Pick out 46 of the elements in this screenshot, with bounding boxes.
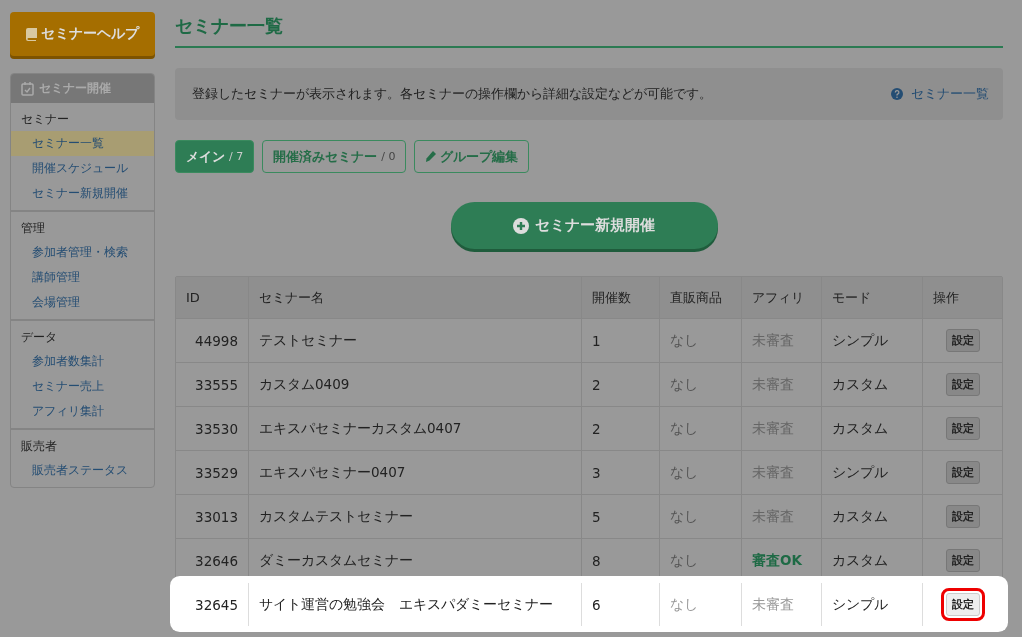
section-heading: セミナー (20, 111, 70, 128)
sidebar-item[interactable]: アフィリ集計 (11, 399, 154, 424)
sidebar-item[interactable]: セミナー一覧 (11, 131, 154, 156)
product-cell: なし (659, 583, 741, 626)
help-link[interactable]: セミナー一覧 (891, 85, 989, 103)
id-cell-text: 33013 (194, 507, 239, 527)
settings-button[interactable]: 設定 (945, 505, 980, 528)
info-text: 登録したセミナーが表示されます。各セミナーの操作欄から詳細な設定などが可能です。 (192, 85, 712, 103)
book-icon (26, 27, 37, 41)
calendar-icon (21, 81, 34, 96)
tab[interactable]: 開催済みセミナー / 0 (262, 140, 407, 173)
section-heading: データ (20, 329, 58, 346)
sidebar-item[interactable]: 開催スケジュール (11, 156, 154, 181)
page-title: セミナー一覧 (175, 12, 1003, 48)
settings-button[interactable]: 設定 (945, 461, 980, 484)
sidebar-item[interactable]: セミナー売上 (11, 374, 154, 399)
section-heading: 販売者 (20, 438, 58, 455)
sidebar-item[interactable]: 販売者ステータス (11, 458, 154, 483)
count-cell: 6 (581, 583, 659, 626)
sidebar-item[interactable]: 会場管理 (11, 290, 154, 315)
help-icon (891, 88, 903, 100)
pencil-icon (425, 151, 437, 162)
sidebar-item[interactable]: 講師管理 (11, 265, 154, 290)
id-cell-text: 44998 (194, 331, 239, 351)
column-header: ID (185, 289, 201, 307)
name-cell: サイト運営の勉強会 エキスパダミーセミナー (248, 583, 581, 626)
id-cell-text: 32645 (194, 595, 239, 615)
id-cell-text: 33530 (194, 419, 239, 439)
mode-cell: シンプル (821, 583, 922, 626)
settings-button[interactable]: 設定 (945, 373, 980, 396)
tab[interactable]: メイン / 7 (175, 140, 255, 173)
id-cell-text: 33555 (194, 375, 239, 395)
help-button[interactable]: セミナーヘルプ (10, 12, 155, 56)
plus-circle-icon (513, 217, 529, 234)
settings-button[interactable]: 設定 (945, 329, 980, 352)
settings-button[interactable]: 設定 (945, 417, 980, 440)
affiliate-cell: 未審査 (741, 583, 821, 626)
id-cell-text: 33529 (194, 463, 239, 483)
sidebar-item[interactable]: 参加者管理・検索 (11, 240, 154, 265)
sidebar-item[interactable]: 参加者数集計 (11, 349, 154, 374)
sidebar-item[interactable]: セミナー新規開催 (11, 181, 154, 206)
section-heading: 管理 (20, 220, 46, 237)
settings-button[interactable]: 設定 (945, 549, 980, 572)
new-seminar-button[interactable]: セミナー新規開催 (450, 202, 718, 249)
group-edit-button[interactable]: グループ編集 (414, 140, 530, 173)
id-cell-text: 32646 (194, 551, 239, 571)
